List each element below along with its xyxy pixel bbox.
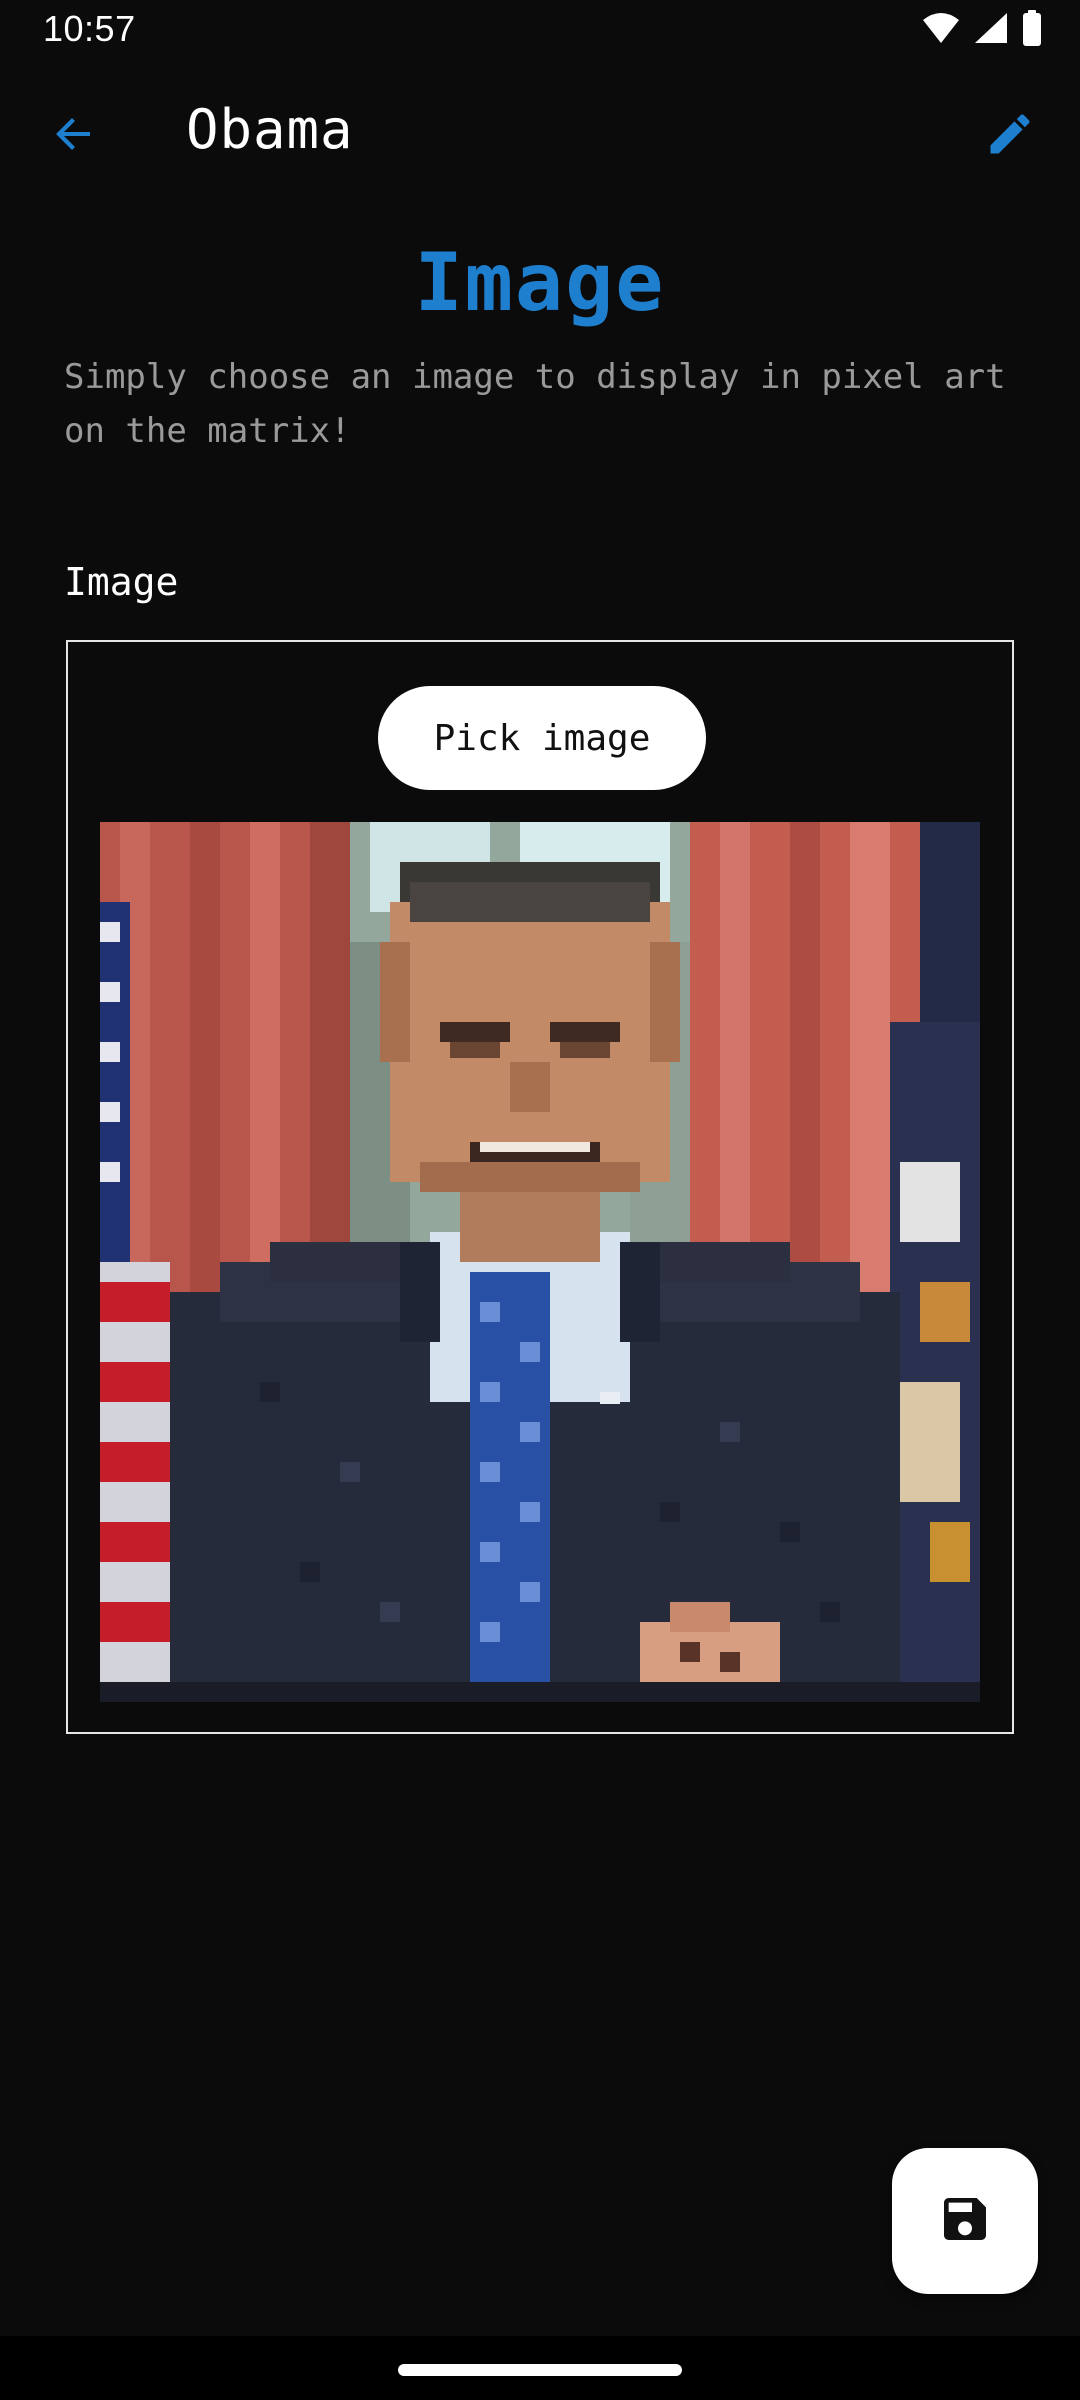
image-field-label: Image (64, 560, 179, 604)
status-icons (922, 10, 1042, 50)
save-icon (937, 2191, 993, 2251)
system-nav-bar (0, 2336, 1080, 2400)
section-description: Simply choose an image to display in pix… (64, 357, 1006, 451)
status-bar: 10:57 (0, 0, 1080, 62)
section-heading: Image (414, 236, 666, 329)
status-time: 10:57 (43, 8, 136, 49)
arrow-back-icon (50, 110, 98, 162)
wifi-icon (922, 12, 960, 48)
app-bar: Obama (0, 80, 1080, 192)
save-button[interactable] (892, 2148, 1038, 2294)
battery-icon (1022, 10, 1042, 50)
image-field: Pick image (66, 640, 1014, 1734)
pixel-art-image (100, 822, 980, 1702)
back-button[interactable] (40, 102, 108, 170)
pencil-icon (984, 108, 1036, 164)
signal-icon (974, 12, 1008, 48)
app-title: Obama (186, 98, 354, 161)
pick-image-button[interactable]: Pick image (378, 686, 706, 790)
pixel-art-preview (100, 822, 980, 1702)
home-gesture-handle[interactable] (398, 2364, 682, 2376)
edit-button[interactable] (976, 102, 1044, 170)
